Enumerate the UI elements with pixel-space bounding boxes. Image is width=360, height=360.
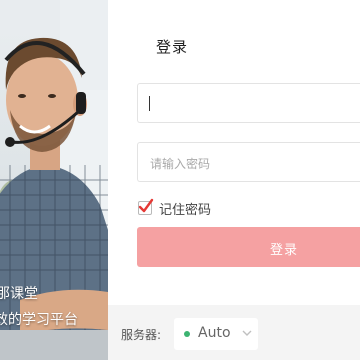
hero-image: 那课堂 效的学习平台: [0, 0, 108, 360]
remember-checkbox[interactable]: [138, 198, 154, 215]
server-bar: 服务器: Auto: [108, 305, 360, 360]
hero-photo: [0, 0, 108, 360]
password-field[interactable]: 请输入密码: [137, 142, 360, 182]
login-page: 那课堂 效的学习平台 登录 请输入密码 记住密码 登录 服务器: Auto: [0, 0, 360, 360]
text-cursor: [149, 96, 150, 111]
login-title: 登录: [156, 38, 189, 56]
server-selected-value: Auto: [198, 325, 231, 341]
server-label: 服务器:: [121, 328, 162, 342]
status-dot-icon: [184, 331, 190, 337]
login-button[interactable]: 登录: [137, 227, 360, 267]
remember-password-option[interactable]: 记住密码: [138, 198, 212, 218]
remember-label: 记住密码: [159, 202, 212, 218]
login-button-label: 登录: [270, 243, 299, 258]
hero-tagline-line2: 效的学习平台: [0, 312, 78, 328]
check-icon: [138, 198, 154, 213]
hero-tagline-line1: 那课堂: [0, 286, 38, 302]
username-field[interactable]: [137, 83, 360, 123]
server-select[interactable]: Auto: [174, 318, 258, 350]
password-placeholder: 请输入密码: [150, 157, 211, 171]
chevron-down-icon: [242, 330, 252, 336]
